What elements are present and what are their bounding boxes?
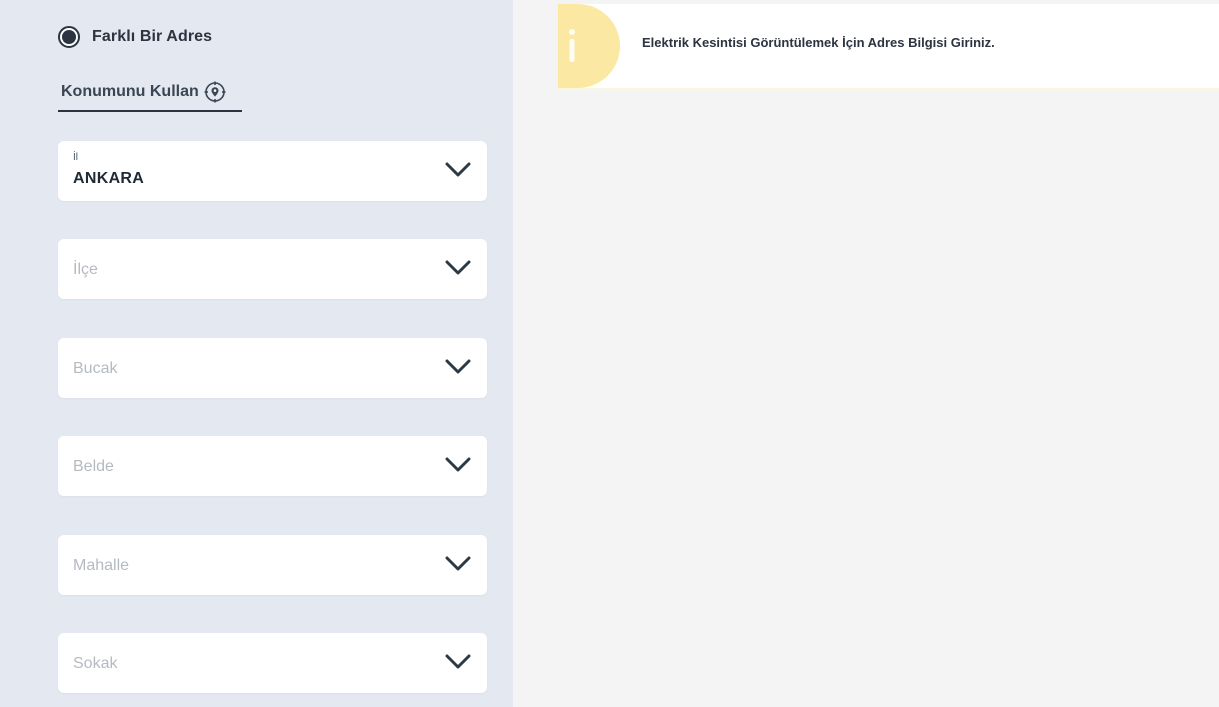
chevron-down-icon — [445, 359, 471, 375]
neighborhood-select[interactable]: Mahalle — [58, 535, 487, 595]
address-form-panel: Farklı Bir Adres Konumunu Kullan İl ANKA… — [0, 0, 513, 707]
results-panel: Elektrik Kesintisi Görüntülemek İçin Adr… — [513, 0, 1219, 707]
page: Farklı Bir Adres Konumunu Kullan İl ANKA… — [0, 0, 1219, 707]
chevron-down-icon — [445, 556, 471, 572]
different-address-radio[interactable]: Farklı Bir Adres — [58, 26, 212, 48]
info-banner: Elektrik Kesintisi Görüntülemek İçin Adr… — [558, 4, 1219, 90]
district-placeholder: İlçe — [73, 261, 98, 278]
info-message: Elektrik Kesintisi Görüntülemek İçin Adr… — [642, 35, 995, 50]
different-address-label: Farklı Bir Adres — [92, 28, 213, 45]
province-value: ANKARA — [73, 170, 145, 187]
street-select[interactable]: Sokak — [58, 633, 487, 693]
location-target-icon — [204, 81, 226, 103]
chevron-down-icon — [445, 654, 471, 670]
chevron-down-icon — [445, 162, 471, 178]
neighborhood-placeholder: Mahalle — [73, 557, 130, 574]
chevron-down-icon — [445, 260, 471, 276]
town-placeholder: Belde — [73, 458, 114, 475]
info-icon — [568, 28, 576, 64]
town-select[interactable]: Belde — [58, 436, 487, 496]
info-icon-badge — [558, 4, 620, 88]
province-label: İl — [73, 152, 78, 163]
street-placeholder: Sokak — [73, 655, 118, 672]
subdistrict-placeholder: Bucak — [73, 360, 118, 377]
province-select[interactable]: İl ANKARA — [58, 141, 487, 201]
district-select[interactable]: İlçe — [58, 239, 487, 299]
use-location-label: Konumunu Kullan — [61, 83, 199, 100]
use-location-link[interactable]: Konumunu Kullan — [58, 80, 242, 112]
radio-button[interactable] — [58, 26, 80, 48]
subdistrict-select[interactable]: Bucak — [58, 338, 487, 398]
radio-selected-dot — [62, 30, 76, 44]
chevron-down-icon — [445, 457, 471, 473]
